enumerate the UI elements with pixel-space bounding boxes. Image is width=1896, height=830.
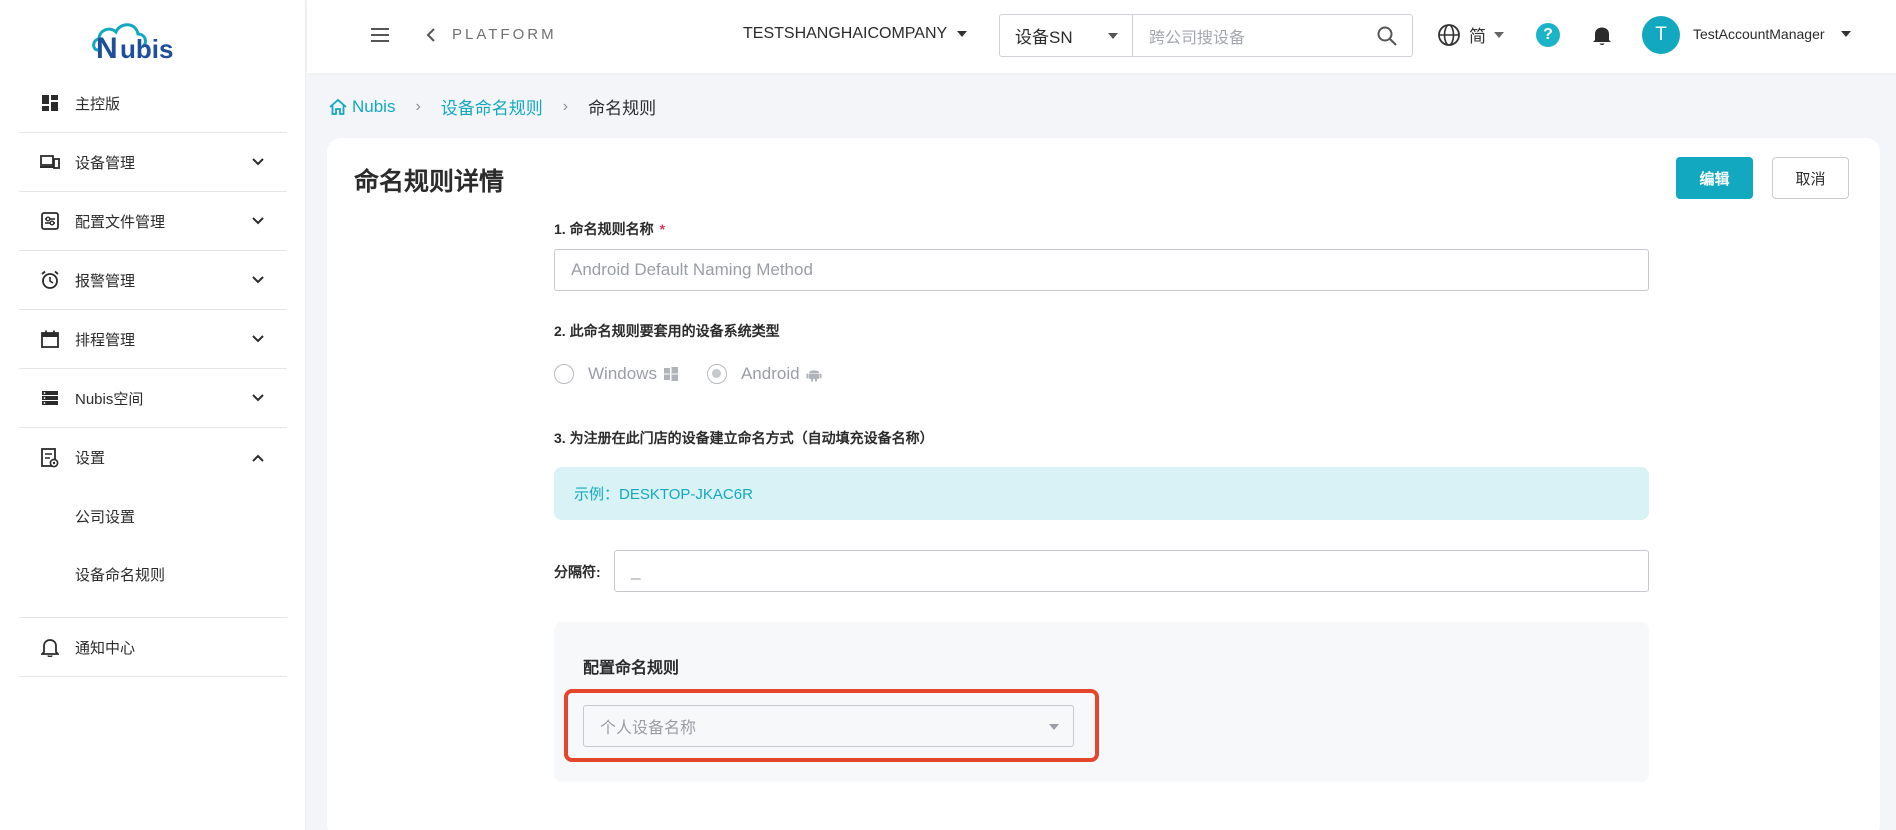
settings-doc-icon: [39, 447, 61, 469]
sidebar-subitem-naming-rules[interactable]: 设备命名规则: [19, 545, 287, 603]
os-type-label: 2. 此命名规则要套用的设备系统类型: [554, 323, 780, 339]
separator-label: 分隔符:: [554, 564, 601, 580]
alarm-clock-icon: [39, 269, 61, 291]
naming-component-value: 个人设备名称: [600, 720, 697, 737]
required-marker: *: [659, 221, 666, 237]
breadcrumb-current: 命名规则: [588, 99, 657, 118]
sidebar-nav: 主控版 设备管理 配置文件管理 报警管理 排程管理 Nubis空间 设置 公司设…: [19, 74, 287, 677]
sidebar-item-label: 报警管理: [75, 272, 136, 290]
caret-down-icon: [1049, 724, 1059, 730]
sidebar-item-dashboard[interactable]: 主控版: [19, 74, 287, 133]
search-type-select[interactable]: 设备SN: [1000, 15, 1133, 56]
chevron-down-icon: [252, 276, 264, 284]
sidebar: N ubis 主控版 设备管理 配置文件管理 报警管理 排程管理 Nubis空间…: [0, 0, 306, 830]
user-name: TestAccountManager: [1693, 26, 1825, 42]
help-icon[interactable]: ?: [1536, 23, 1560, 47]
company-name: TESTSHANGHAICOMPANY: [743, 25, 948, 42]
naming-method-label: 3. 为注册在此门店的设备建立命名方式（自动填充设备名称）: [554, 430, 934, 446]
naming-config-panel: 配置命名规则 个人设备名称: [554, 622, 1649, 782]
sidebar-item-label: Nubis空间: [75, 390, 144, 408]
sidebar-item-label: 配置文件管理: [75, 213, 166, 231]
chevron-left-icon[interactable]: [424, 25, 438, 45]
breadcrumb-parent[interactable]: 设备命名规则: [441, 94, 543, 119]
search-type-value: 设备SN: [1015, 28, 1073, 47]
naming-component-select[interactable]: 个人设备名称: [583, 705, 1074, 747]
search-input[interactable]: 跨公司搜设备: [1133, 15, 1412, 56]
os-option-label: Android: [740, 364, 800, 383]
sidebar-item-settings[interactable]: 设置: [19, 428, 287, 487]
sidebar-item-config-files[interactable]: 配置文件管理: [19, 192, 287, 251]
company-selector[interactable]: TESTSHANGHAICOMPANY: [743, 25, 968, 43]
naming-config-title: 配置命名规则: [583, 660, 680, 677]
top-header: PLATFORM TESTSHANGHAICOMPANY 设备SN 跨公司搜设备…: [307, 0, 1896, 73]
chevron-down-icon: [252, 158, 264, 166]
config-file-icon: [39, 210, 61, 232]
devices-icon: [39, 151, 61, 173]
separator-value: _: [631, 561, 641, 580]
globe-icon: [1438, 23, 1460, 46]
sidebar-item-label: 主控版: [75, 95, 121, 113]
search-placeholder: 跨公司搜设备: [1149, 29, 1246, 47]
platform-label[interactable]: PLATFORM: [452, 26, 557, 43]
caret-down-icon: [1840, 31, 1851, 37]
chevron-down-icon: [252, 217, 264, 225]
sidebar-item-schedules[interactable]: 排程管理: [19, 310, 287, 369]
sidebar-item-notifications[interactable]: 通知中心: [19, 618, 287, 677]
rule-name-field[interactable]: Android Default Naming Method: [554, 249, 1649, 291]
calendar-icon: [39, 328, 61, 350]
os-option-label: Windows: [588, 364, 657, 383]
edit-button[interactable]: 编辑: [1676, 157, 1753, 199]
breadcrumb: Nubis › 设备命名规则 › 命名规则: [328, 94, 656, 119]
device-search: 设备SN 跨公司搜设备: [999, 14, 1413, 57]
naming-example-banner: 示例：DESKTOP-JKAC6R: [554, 467, 1649, 520]
dashboard-icon: [39, 92, 61, 114]
rule-name-value: Android Default Naming Method: [571, 260, 813, 279]
radio-windows[interactable]: [554, 364, 574, 384]
rule-name-label: 1. 命名规则名称 *: [554, 219, 665, 239]
separator-field[interactable]: _: [614, 550, 1649, 592]
cancel-button[interactable]: 取消: [1772, 157, 1849, 199]
home-icon[interactable]: [328, 97, 348, 117]
nubis-logo[interactable]: N ubis: [90, 12, 200, 65]
windows-icon: [663, 367, 678, 381]
sidebar-item-nubis-space[interactable]: Nubis空间: [19, 369, 287, 428]
svg-text:ubis: ubis: [120, 34, 173, 62]
breadcrumb-separator-icon: ›: [415, 97, 421, 115]
sidebar-item-devices[interactable]: 设备管理: [19, 133, 287, 192]
rule-name-label-text: 1. 命名规则名称: [554, 221, 654, 237]
language-selector[interactable]: 简: [1437, 22, 1504, 47]
language-value: 简: [1469, 27, 1486, 46]
caret-down-icon: [1108, 32, 1118, 39]
caret-down-icon: [957, 31, 968, 37]
hamburger-menu-icon[interactable]: [369, 24, 391, 46]
breadcrumb-home[interactable]: Nubis: [352, 97, 395, 117]
radio-android[interactable]: [706, 364, 727, 384]
bell-outline-icon: [39, 636, 61, 658]
caret-down-icon: [1494, 31, 1504, 38]
storage-icon: [39, 387, 61, 409]
sidebar-subitem-company-settings[interactable]: 公司设置: [19, 487, 287, 545]
chevron-up-icon: [252, 454, 264, 462]
sidebar-item-label: 设备管理: [75, 154, 136, 172]
svg-text:N: N: [96, 32, 118, 62]
chevron-down-icon: [252, 394, 264, 402]
sidebar-item-label: 排程管理: [75, 331, 136, 349]
chevron-down-icon: [252, 335, 264, 343]
breadcrumb-separator-icon: ›: [562, 97, 569, 115]
avatar[interactable]: T: [1642, 16, 1680, 54]
android-icon: [806, 370, 822, 382]
sidebar-item-label: 设置: [75, 450, 106, 467]
sidebar-item-alarms[interactable]: 报警管理: [19, 251, 287, 310]
user-menu[interactable]: TestAccountManager: [1693, 26, 1851, 42]
naming-rule-detail-card: 命名规则详情 编辑 取消 1. 命名规则名称 * Android Default …: [327, 138, 1880, 830]
sidebar-item-label: 通知中心: [75, 639, 136, 657]
page-title: 命名规则详情: [354, 168, 505, 196]
search-icon[interactable]: [1376, 25, 1398, 47]
settings-subnav: 公司设置 设备命名规则: [19, 487, 287, 618]
os-type-group: Windows Android: [554, 364, 828, 384]
notification-bell-icon[interactable]: [1590, 23, 1614, 47]
